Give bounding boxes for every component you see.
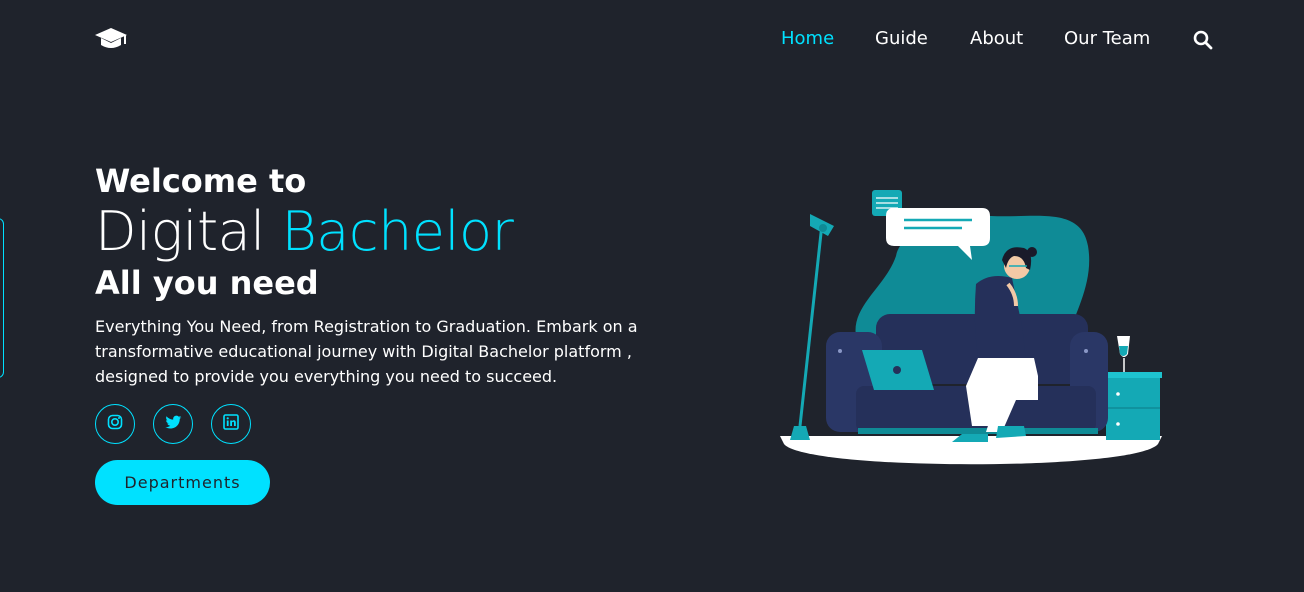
departments-button[interactable]: Departments (95, 460, 270, 505)
hero-title-accent: Bachelor (281, 200, 514, 263)
nav-item-home[interactable]: Home (781, 28, 834, 49)
hero-description: Everything You Need, from Registration t… (95, 317, 638, 386)
hero-subtitle: All you need (95, 264, 319, 302)
top-navigation-bar: Home Guide About Our Team (0, 0, 1304, 80)
hero-illustration (776, 186, 1168, 478)
main-nav: Home Guide About Our Team (0, 28, 1304, 52)
side-panel-toggle[interactable] (0, 218, 4, 378)
instagram-icon (107, 414, 123, 434)
search-icon[interactable] (1193, 30, 1213, 50)
nav-item-our-team[interactable]: Our Team (1064, 28, 1150, 49)
nav-item-about[interactable]: About (970, 28, 1023, 49)
twitter-icon (164, 415, 182, 434)
nav-item-guide[interactable]: Guide (875, 28, 928, 49)
hero-title: Digital Bachelor (95, 200, 514, 263)
twitter-link[interactable] (153, 404, 193, 444)
hero-welcome: Welcome to (95, 162, 307, 200)
linkedin-icon (223, 414, 239, 434)
linkedin-link[interactable] (211, 404, 251, 444)
hero-title-plain: Digital (95, 200, 265, 263)
instagram-link[interactable] (95, 404, 135, 444)
